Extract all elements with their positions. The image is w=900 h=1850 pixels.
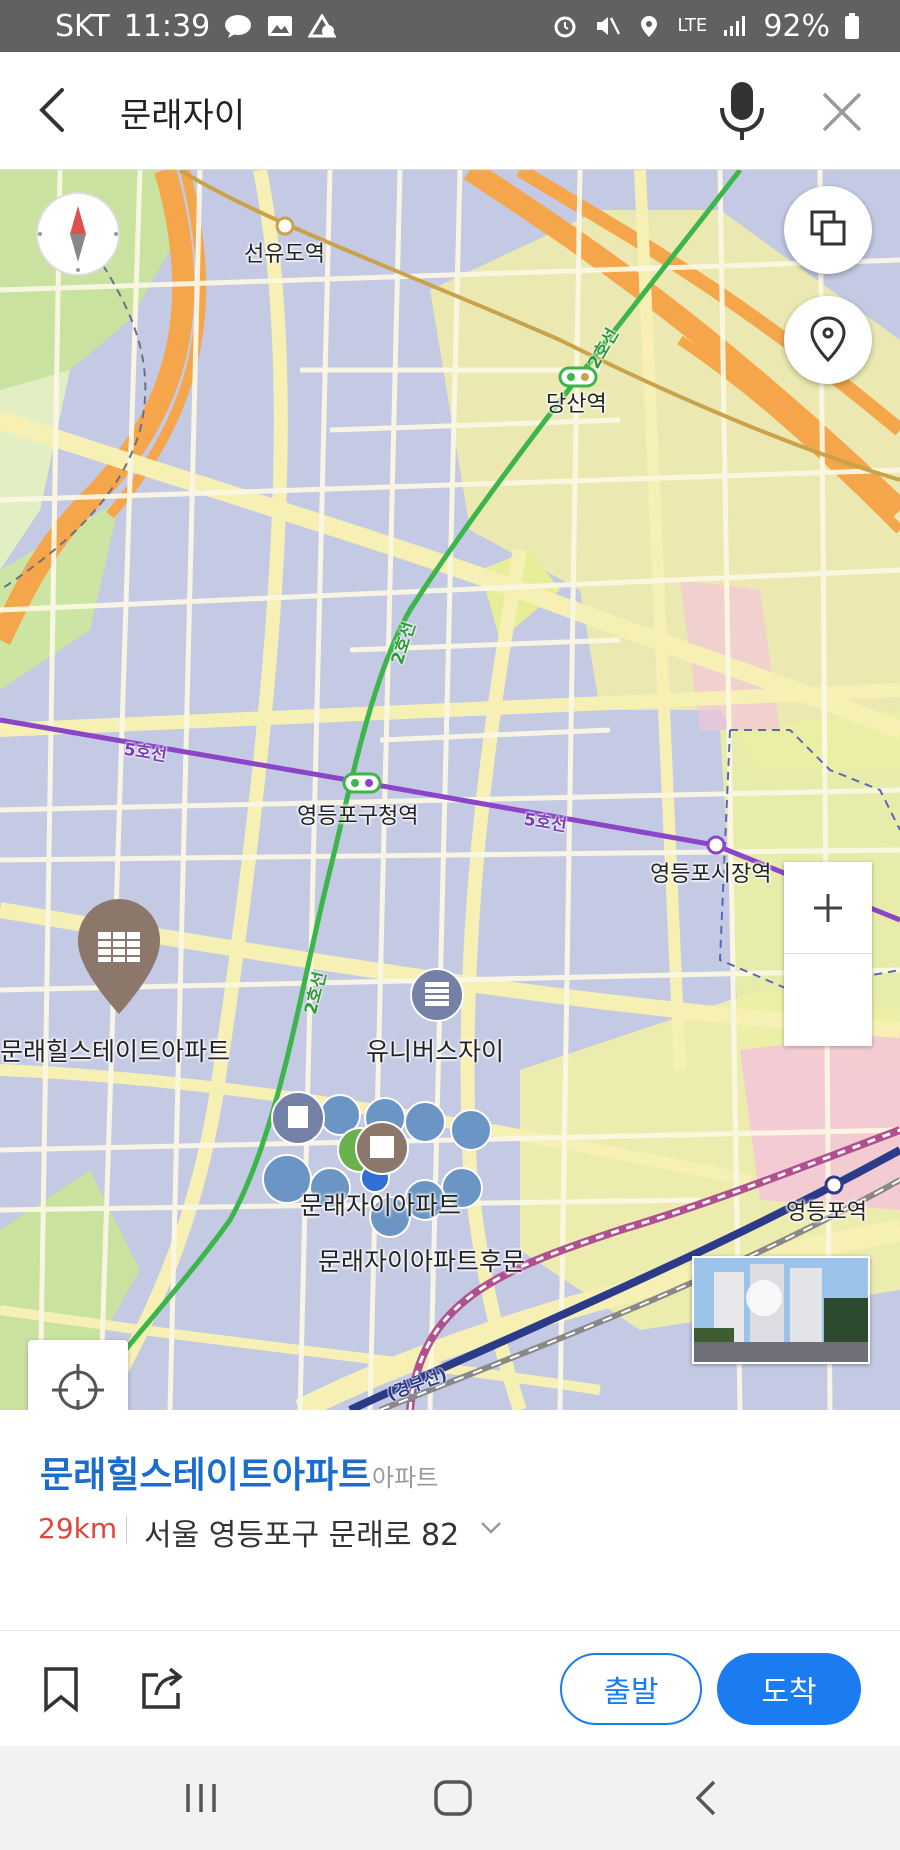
- place-category: 아파트: [372, 1464, 439, 1492]
- share-icon[interactable]: [138, 1663, 188, 1711]
- station-label[interactable]: 선유도역: [244, 236, 325, 268]
- address[interactable]: 서울 영등포구 문래로 82: [144, 1510, 459, 1554]
- station-label[interactable]: 영등포구청역: [297, 798, 418, 830]
- back-nav-icon[interactable]: [682, 1776, 732, 1820]
- search-input[interactable]: 문래자이: [120, 88, 245, 137]
- clock: 11:39: [123, 8, 211, 44]
- back-button[interactable]: [28, 82, 80, 138]
- zoom-controls: [784, 862, 872, 1046]
- vpn-alert-icon: [308, 14, 337, 38]
- compass-icon[interactable]: [36, 192, 120, 276]
- system-nav-bar: [0, 1746, 900, 1850]
- home-icon[interactable]: [428, 1776, 478, 1820]
- layers-icon: [810, 210, 846, 246]
- kakaotalk-icon: [225, 15, 252, 38]
- battery-percent: 92%: [763, 8, 830, 44]
- mic-button[interactable]: [712, 78, 772, 144]
- recent-apps-icon[interactable]: [176, 1776, 226, 1820]
- crosshair-icon: [52, 1364, 104, 1410]
- status-bar: SKT 11:39 LTE 92%: [0, 0, 900, 52]
- divider: [126, 1516, 127, 1544]
- poi-label[interactable]: 문래자이아파트: [300, 1186, 461, 1222]
- network-type: LTE: [677, 15, 708, 36]
- roadview-thumbnail[interactable]: [692, 1256, 870, 1364]
- location-pin-icon: [810, 316, 846, 363]
- mute-icon: [597, 17, 621, 35]
- chevron-down-icon[interactable]: [478, 1516, 504, 1540]
- station-label[interactable]: 영등포시장역: [650, 856, 771, 888]
- location-icon: [641, 16, 658, 37]
- building-marker-icon[interactable]: [410, 968, 464, 1022]
- layer-button[interactable]: [784, 186, 872, 274]
- roadview-photo: [694, 1258, 868, 1362]
- battery-icon: [845, 13, 859, 39]
- map-canvas: [0, 170, 900, 1410]
- action-bar: 출발 도착: [0, 1631, 900, 1746]
- arrive-button[interactable]: 도착: [717, 1653, 861, 1725]
- place-info-panel[interactable]: 문래힐스테이트아파트 아파트 29km 서울 영등포구 문래로 82: [0, 1410, 900, 1631]
- zoom-out-button[interactable]: [784, 862, 872, 953]
- station-label[interactable]: 당산역: [546, 386, 607, 418]
- selected-pin-icon[interactable]: [77, 898, 160, 1014]
- signal-icon: [724, 16, 746, 36]
- bookmark-icon[interactable]: [40, 1665, 82, 1713]
- station-label[interactable]: 영등포역: [786, 1194, 867, 1226]
- gallery-icon: [268, 16, 293, 36]
- poi-label[interactable]: 유니버스자이: [366, 1032, 504, 1068]
- alarm-icon: [554, 16, 576, 38]
- clear-button[interactable]: [816, 86, 868, 138]
- current-location-button[interactable]: [28, 1340, 128, 1410]
- depart-button[interactable]: 출발: [560, 1653, 702, 1725]
- carrier: SKT: [55, 8, 110, 44]
- map-view[interactable]: 선유도역 당산역 영등포구청역 영등포시장역 영등포역 5호선 5호선 2호선 …: [0, 170, 900, 1410]
- poi-label[interactable]: 문래자이아파트후문: [318, 1242, 525, 1278]
- place-title[interactable]: 문래힐스테이트아파트: [40, 1446, 371, 1498]
- search-bar: 문래자이: [0, 52, 900, 170]
- distance: 29km: [38, 1512, 118, 1545]
- poi-label[interactable]: 문래힐스테이트아파트: [0, 1032, 230, 1068]
- place-marker-button[interactable]: [784, 296, 872, 384]
